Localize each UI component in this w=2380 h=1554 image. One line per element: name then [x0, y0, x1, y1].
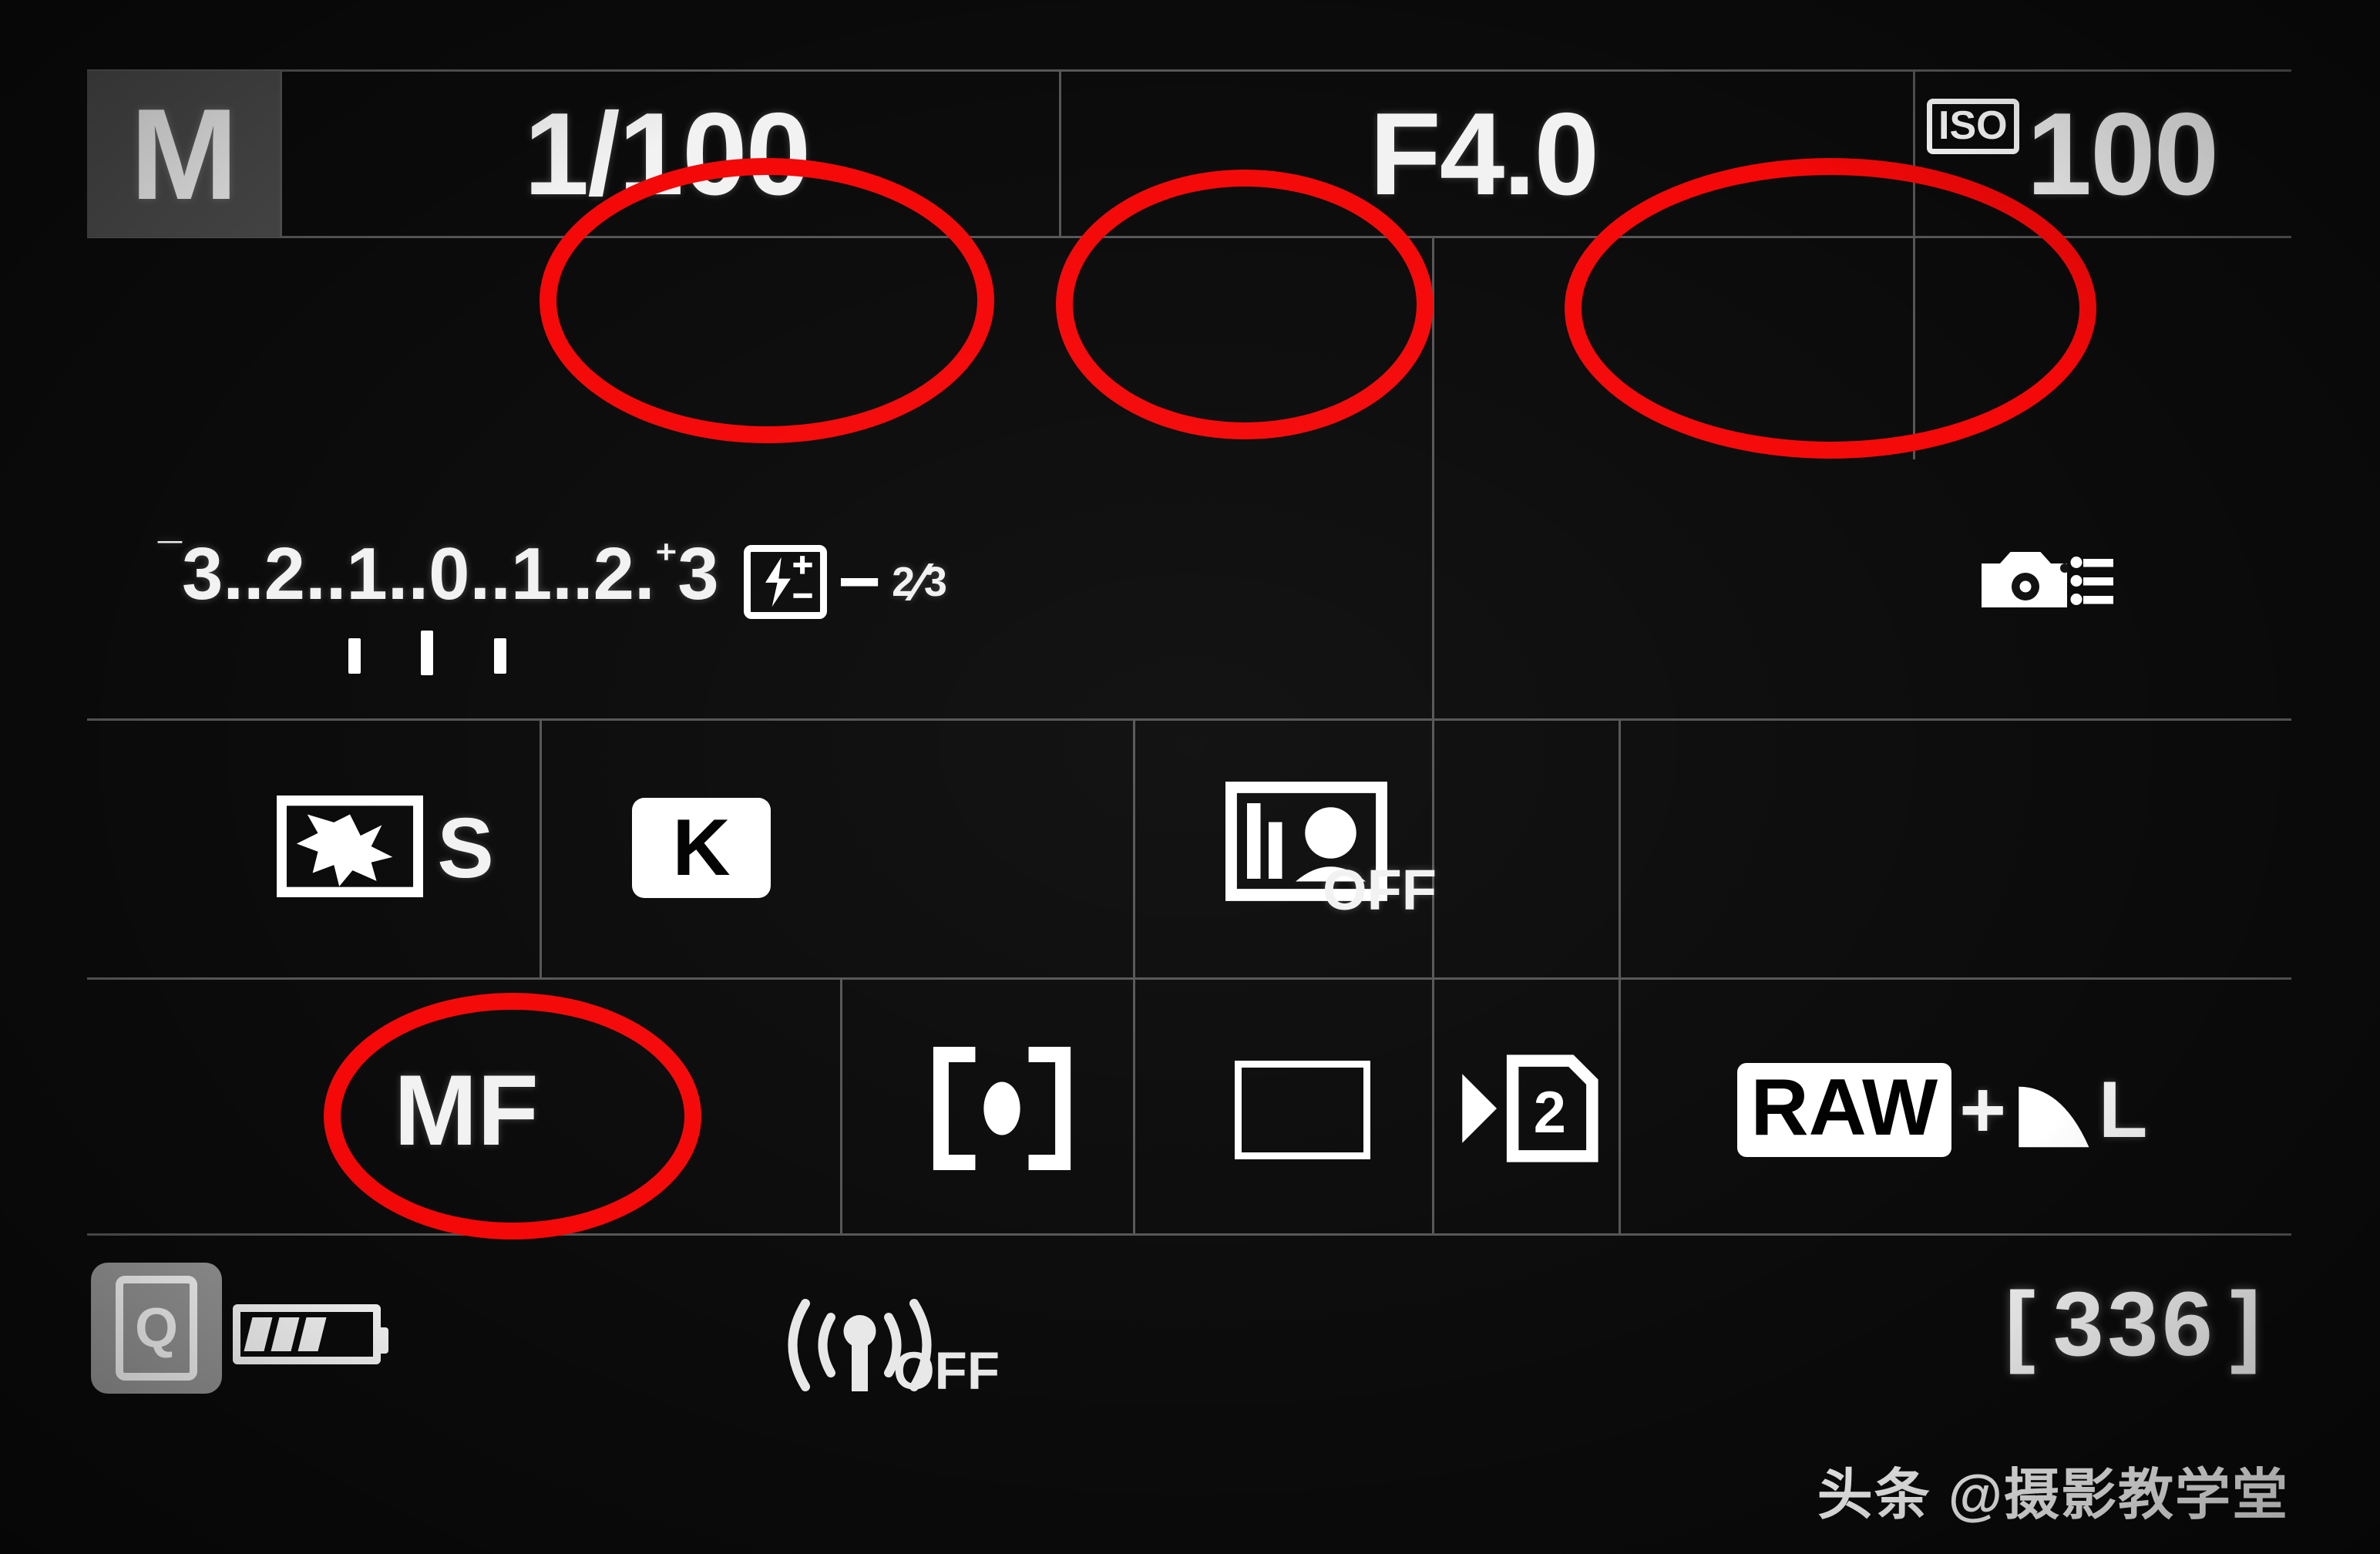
iso-value-label: 100	[2026, 88, 2220, 220]
shots-remaining: [336]	[2005, 1272, 2264, 1377]
aperture-label: F4.0	[1369, 88, 1599, 220]
iso-badge: ISO	[1927, 99, 2019, 154]
battery-bar-2	[271, 1317, 300, 1351]
fine-quality-icon	[2014, 1060, 2099, 1161]
white-balance-bracket-label: S	[437, 800, 494, 896]
grid-line-r4	[87, 1233, 2291, 1236]
grid-line-c6	[540, 718, 542, 977]
shooting-mode-label: M	[130, 81, 238, 227]
watermark: 头条 @摄影教学堂	[1817, 1465, 2289, 1526]
self-timer-icon: 2	[1457, 1042, 1603, 1179]
annotation-ellipse-focus-mode	[324, 993, 701, 1240]
grid-line-c7	[1133, 718, 1135, 977]
shots-close-bracket: ]	[2230, 1273, 2264, 1375]
shots-open-bracket: [	[2005, 1273, 2039, 1375]
exposure-index-mark-right	[494, 638, 506, 674]
image-quality-raw-label: RAW	[1736, 1063, 1952, 1157]
grid-line-c13	[1619, 977, 1621, 1233]
exposure-tick-minus2: 2	[264, 533, 306, 615]
picture-style-icon: OFF	[1225, 780, 1437, 922]
annotation-ellipse-iso	[1565, 158, 2096, 459]
exposure-tick-minus3: 3	[181, 533, 224, 615]
grid-line-r2	[87, 718, 2291, 721]
flash-comp-numerator: 2	[892, 559, 916, 605]
wifi-icon: OFF	[788, 1299, 1000, 1401]
exposure-index-mark-left	[348, 638, 361, 674]
flash-comp-sign: −	[838, 540, 882, 623]
image-quality-cell[interactable]: RAW + L	[1634, 1041, 2251, 1179]
spot-metering-icon	[925, 1038, 1079, 1182]
grid-line-c2	[1059, 69, 1061, 236]
grid-line-c12	[1432, 977, 1434, 1233]
lcd-panel: M 1/100 F4.0 ISO 100 ¯3..2..1..0..1..2.⁺…	[0, 0, 2380, 1554]
shots-remaining-value: 336	[2052, 1273, 2217, 1375]
single-point-af-icon	[1235, 1061, 1370, 1159]
exposure-tick-plus1: 1	[510, 533, 553, 615]
flash-comp-fraction: 2 ⁄ 3	[892, 552, 947, 612]
quick-menu-label: Q	[116, 1276, 197, 1381]
picture-style-state-label: OFF	[1323, 857, 1437, 922]
wifi-status: OFF	[771, 1287, 1002, 1403]
exposure-tick-zero: 0	[429, 533, 470, 615]
annotation-ellipse-aperture	[1056, 170, 1434, 439]
flash-comp-denominator: 3	[923, 559, 947, 605]
camera-settings-icon	[1982, 552, 2113, 607]
grid-line-c1	[280, 69, 282, 236]
image-quality-plus-label: +	[1959, 1065, 2006, 1155]
picture-style-cell[interactable]: OFF	[1179, 771, 1437, 925]
flash-plus-minus-icon	[744, 545, 827, 619]
battery-bar-1	[244, 1317, 273, 1351]
wifi-off-label: OFF	[893, 1341, 1000, 1401]
grid-line-r3	[87, 977, 2291, 980]
exposure-tick-minus1: 1	[346, 533, 388, 615]
camera-settings-cell[interactable]	[1958, 532, 2135, 632]
shooting-mode-cell[interactable]: M	[87, 71, 280, 237]
exposure-index-mark-center	[421, 631, 433, 675]
svg-text:2: 2	[1534, 1079, 1566, 1145]
flash-exposure-compensation-cell[interactable]: − 2 ⁄ 3	[744, 540, 947, 624]
exposure-tick-plus3: 3	[677, 533, 719, 615]
af-area-cell[interactable]	[1187, 1041, 1418, 1179]
battery-bar-3	[298, 1317, 327, 1351]
metering-mode-cell[interactable]	[886, 1041, 1118, 1179]
exposure-level-scale: ¯3..2..1..0..1..2.⁺3	[158, 533, 719, 615]
annotation-ellipse-shutter	[540, 158, 994, 443]
grid-line-c11	[1133, 977, 1135, 1233]
grid-line-c9	[1619, 718, 1621, 977]
image-quality-jpeg-label: L	[2098, 1065, 2148, 1155]
camera-lcd-screenshot: M 1/100 F4.0 ISO 100 ¯3..2..1..0..1..2.⁺…	[0, 0, 2380, 1554]
battery-icon	[233, 1304, 388, 1364]
exposure-tick-plus2: 2	[593, 533, 634, 615]
exposure-plus-sign: ⁺	[654, 534, 678, 583]
color-temperature-label: K	[632, 798, 771, 898]
color-temperature-cell[interactable]: K	[609, 779, 794, 917]
exposure-minus-sign: ¯	[158, 534, 182, 583]
battery-terminal	[376, 1327, 388, 1354]
wb-shift-bracket-icon	[274, 793, 425, 901]
white-balance-cell[interactable]: S	[231, 779, 540, 917]
quick-menu-button[interactable]: Q	[91, 1263, 222, 1394]
drive-mode-cell[interactable]: 2	[1449, 1041, 1611, 1179]
grid-line-c10	[840, 977, 842, 1233]
